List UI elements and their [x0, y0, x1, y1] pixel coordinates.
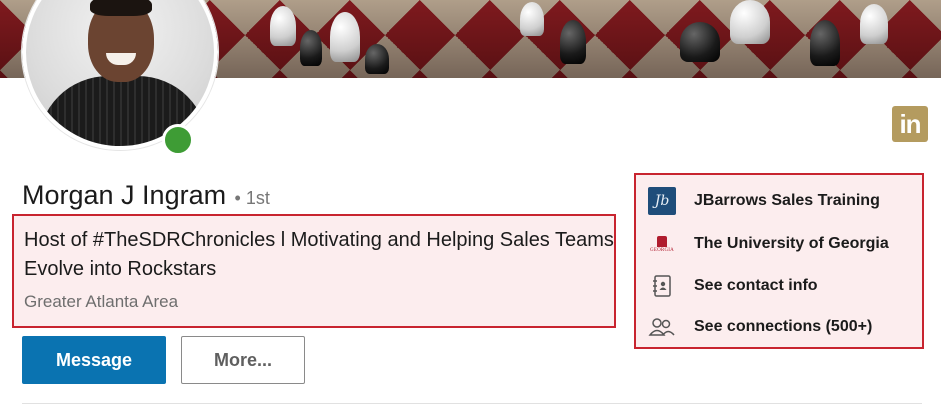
chess-piece — [270, 6, 296, 46]
connection-degree: • 1st — [234, 188, 270, 208]
connections-link[interactable]: See connections (500+) — [648, 312, 872, 342]
contact-info-link[interactable]: See contact info — [648, 271, 818, 301]
avatar-hair — [90, 0, 152, 16]
people-icon — [648, 313, 676, 341]
contact-info-label: See contact info — [694, 277, 818, 294]
chess-piece — [330, 12, 360, 62]
chess-piece — [365, 44, 389, 74]
chess-piece — [860, 4, 888, 44]
headline-highlight-box: Host of #TheSDRChronicles l Motivating a… — [12, 214, 616, 328]
chess-piece — [300, 30, 322, 66]
profile-location: Greater Atlanta Area — [24, 292, 179, 311]
contact-card-icon — [648, 272, 676, 300]
more-button[interactable]: More... — [181, 336, 305, 384]
chess-piece — [560, 20, 586, 64]
online-status-indicator — [162, 124, 194, 156]
current-company-link[interactable]: Jb JBarrows Sales Training — [648, 186, 880, 216]
section-divider — [22, 403, 922, 404]
education-link[interactable]: GEORGIA The University of Georgia — [648, 229, 889, 259]
linkedin-icon[interactable]: in — [892, 106, 928, 142]
profile-name-line: Morgan J Ingram • 1st — [22, 180, 270, 211]
chess-piece — [520, 2, 544, 36]
chess-piece — [810, 20, 840, 66]
message-button[interactable]: Message — [22, 336, 166, 384]
profile-name: Morgan J Ingram — [22, 180, 227, 210]
school-logo-icon: GEORGIA — [648, 230, 676, 258]
school-label: The University of Georgia — [694, 235, 889, 252]
profile-headline: Host of #TheSDRChronicles l Motivating a… — [24, 229, 614, 280]
company-logo-icon: Jb — [648, 187, 676, 215]
profile-info-highlight-box: Jb JBarrows Sales Training GEORGIA The U… — [634, 173, 924, 349]
chess-piece — [730, 0, 770, 44]
company-label: JBarrows Sales Training — [694, 192, 880, 209]
chess-piece — [680, 22, 720, 62]
connections-label: See connections (500+) — [694, 318, 873, 335]
